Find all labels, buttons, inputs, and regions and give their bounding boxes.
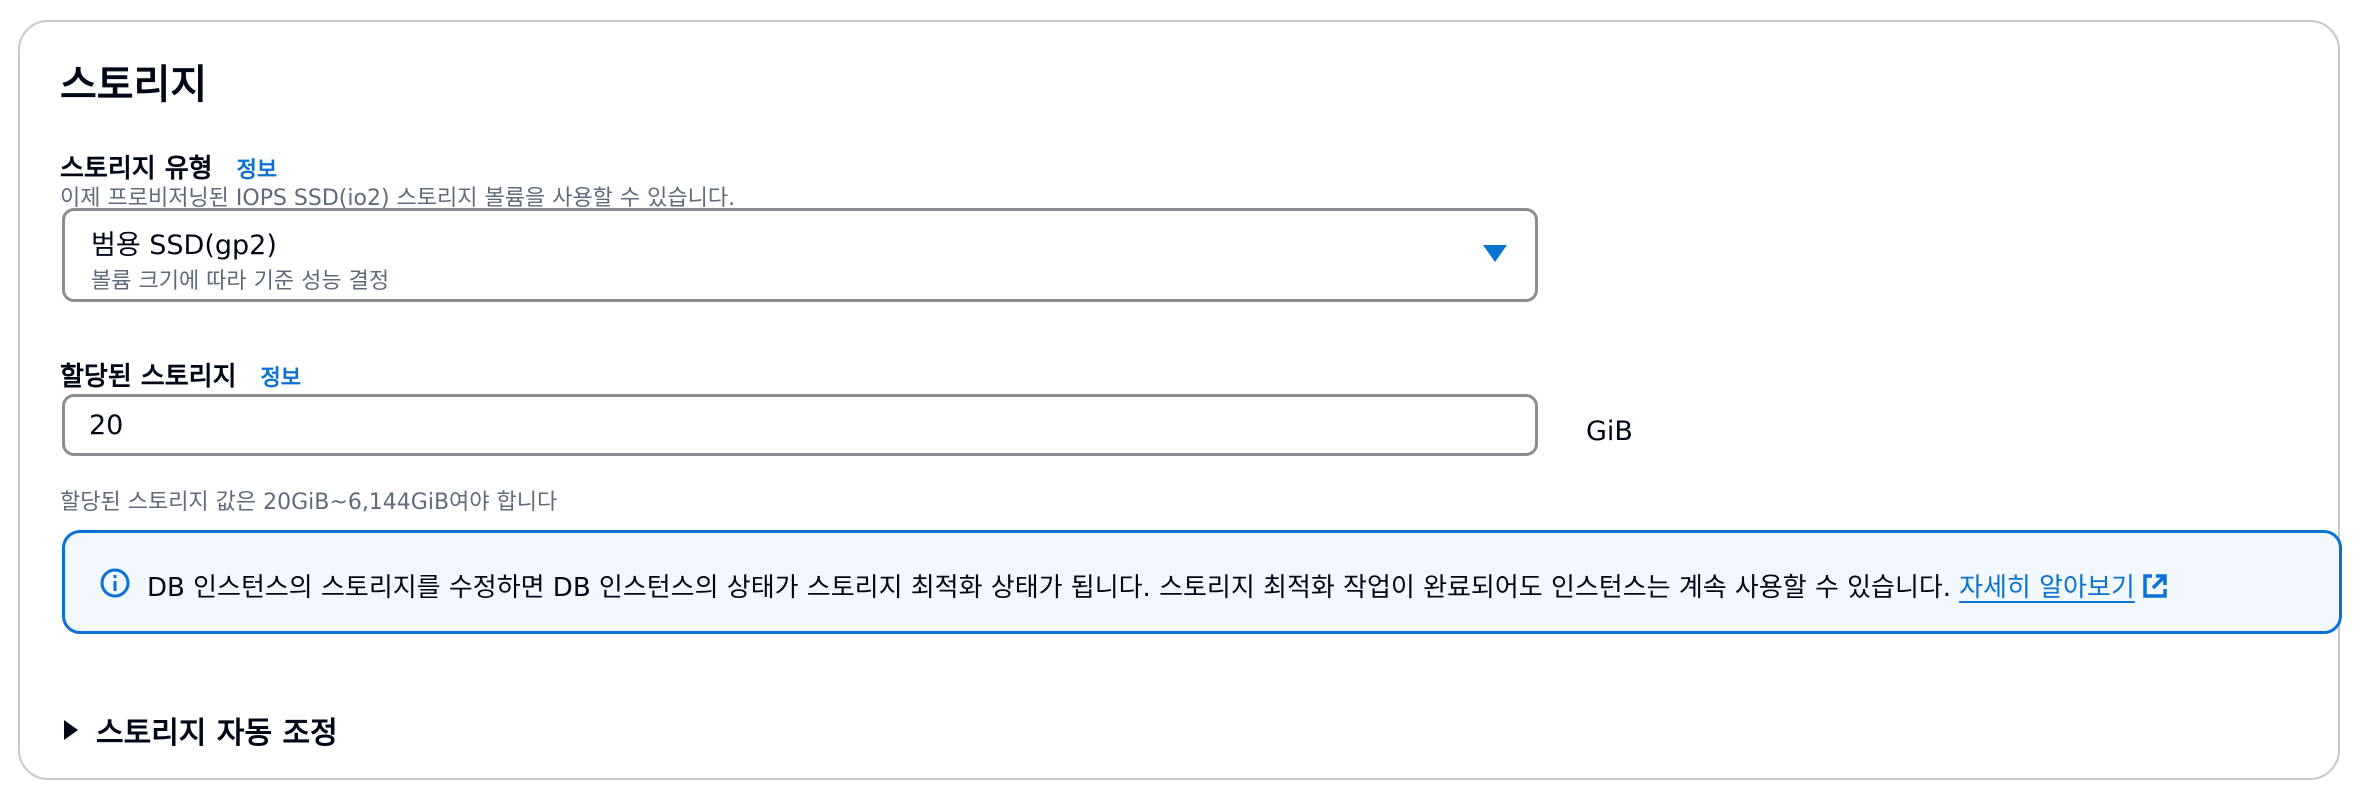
allocated-storage-label-row: 할당된 스토리지 정보: [60, 356, 301, 393]
storage-autoscaling-expander[interactable]: 스토리지 자동 조정: [64, 708, 338, 752]
alert-message: DB 인스턴스의 스토리지를 수정하면 DB 인스턴스의 상태가 스토리지 최적…: [147, 573, 1952, 603]
storage-autoscaling-label: 스토리지 자동 조정: [96, 716, 338, 751]
allocated-storage-unit: GiB: [1586, 416, 1633, 447]
allocated-storage-input[interactable]: [62, 394, 1538, 456]
alert-message-row: DB 인스턴스의 스토리지를 수정하면 DB 인스턴스의 상태가 스토리지 최적…: [147, 567, 2169, 604]
section-title: 스토리지: [60, 62, 208, 108]
info-alert: DB 인스턴스의 스토리지를 수정하면 DB 인스턴스의 상태가 스토리지 최적…: [62, 530, 2342, 634]
external-link-icon[interactable]: [2141, 572, 2169, 600]
allocated-storage-label: 할당된 스토리지: [60, 362, 237, 392]
info-icon: [100, 568, 130, 598]
storage-panel: 스토리지 스토리지 유형 정보 이제 프로비저닝된 IOPS SSD(io2) …: [18, 20, 2342, 780]
storage-type-select[interactable]: 범용 SSD(gp2) 볼륨 크기에 따라 기준 성능 결정: [62, 208, 1538, 302]
caret-right-icon: [64, 720, 78, 740]
caret-down-icon: [1483, 245, 1507, 262]
storage-type-selected-description: 볼륨 크기에 따라 기준 성능 결정: [91, 269, 390, 294]
allocated-storage-info-link[interactable]: 정보: [261, 360, 301, 392]
allocated-storage-constraint: 할당된 스토리지 값은 20GiB~6,144GiB여야 합니다: [60, 490, 558, 515]
storage-type-selected-value: 범용 SSD(gp2): [91, 230, 277, 261]
learn-more-link[interactable]: 자세히 알아보기: [1959, 567, 2135, 604]
